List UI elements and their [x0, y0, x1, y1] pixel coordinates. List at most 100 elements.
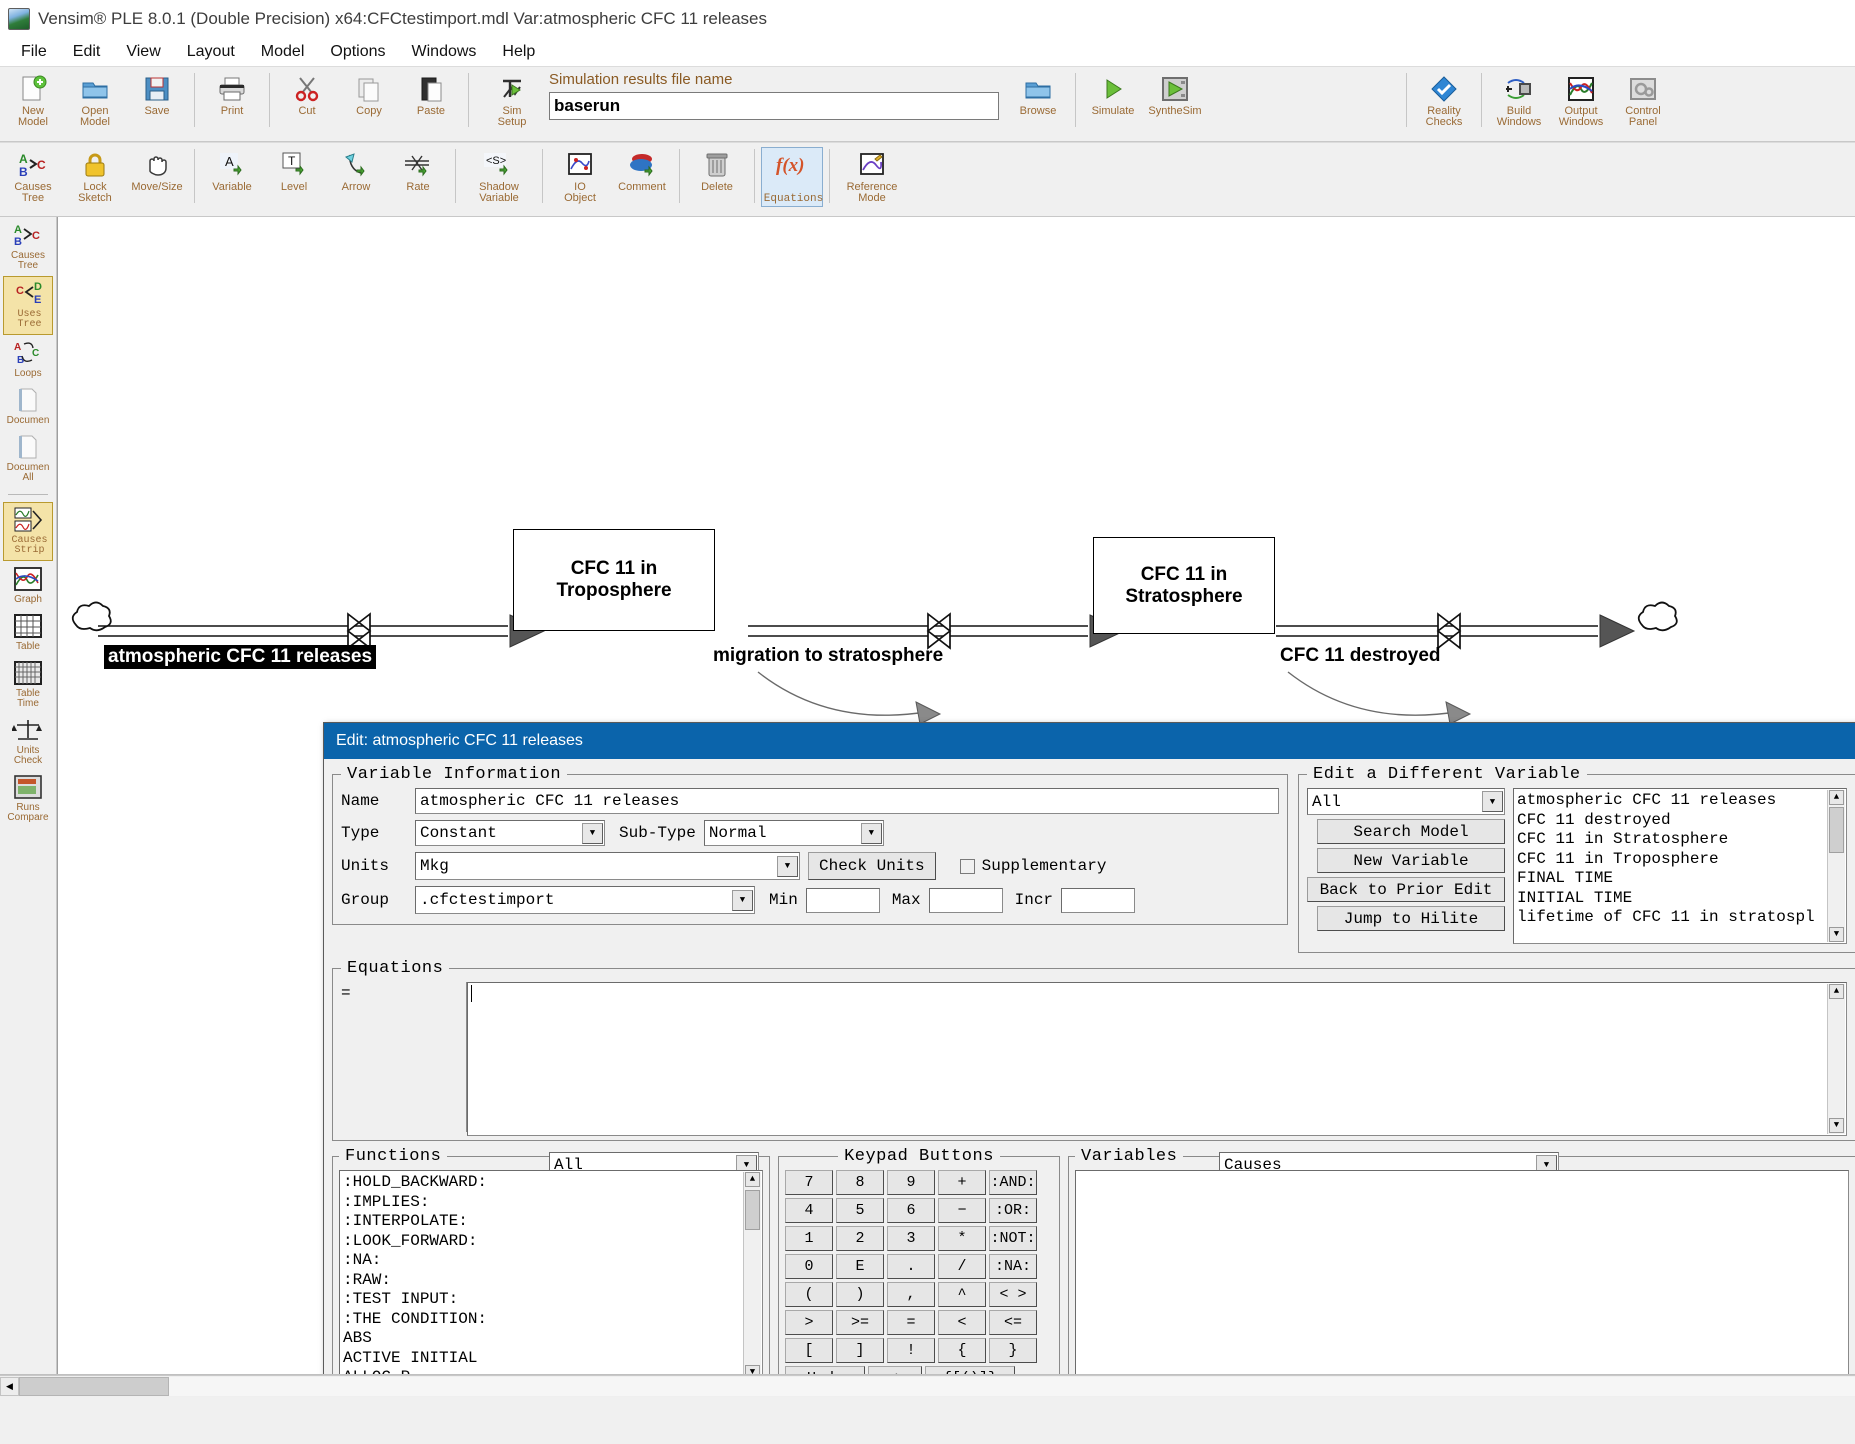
scroll-up-icon[interactable]: ▲: [745, 1172, 760, 1187]
search-model-button[interactable]: Search Model: [1317, 819, 1505, 844]
keypad-key-lbracket[interactable]: [: [785, 1338, 833, 1363]
stock-cfc-11-stratosphere[interactable]: CFC 11 in Stratosphere: [1093, 537, 1275, 634]
keypad-key-rbracket[interactable]: ]: [836, 1338, 884, 1363]
scroll-down-icon[interactable]: ▼: [745, 1365, 760, 1374]
keypad-key-caret[interactable]: ^: [938, 1282, 986, 1307]
output-windows-button[interactable]: Output Windows: [1550, 71, 1612, 134]
keypad-key-6[interactable]: 6: [887, 1198, 935, 1223]
back-to-prior-edit-button[interactable]: Back to Prior Edit: [1307, 877, 1505, 902]
list-item[interactable]: CFC 11 in Stratosphere: [1517, 830, 1826, 850]
menu-item-view[interactable]: View: [113, 41, 173, 63]
keypad-key-5[interactable]: 5: [836, 1198, 884, 1223]
menu-item-model[interactable]: Model: [248, 41, 318, 63]
variable-name-input[interactable]: [415, 788, 1279, 814]
subtype-dropdown[interactable]: Normal ▼: [703, 820, 884, 846]
keypad-key-8[interactable]: 8: [836, 1170, 884, 1195]
keypad-key-4[interactable]: 4: [785, 1198, 833, 1223]
menu-item-layout[interactable]: Layout: [174, 41, 248, 63]
list-item[interactable]: lifetime of CFC 11 in stratospl: [1517, 908, 1826, 928]
synthesim-button[interactable]: SyntheSim: [1144, 71, 1206, 134]
max-input[interactable]: [928, 887, 1003, 913]
equations-button[interactable]: f(x) Equations: [761, 147, 823, 207]
keypad-key-equal[interactable]: =: [887, 1310, 935, 1335]
list-item[interactable]: CFC 11 in Troposphere: [1517, 850, 1826, 870]
keypad-key-or[interactable]: :OR:: [989, 1198, 1037, 1223]
paste-button[interactable]: Paste: [400, 71, 462, 134]
keypad-key-period[interactable]: .: [887, 1254, 935, 1279]
variable-listbox[interactable]: atmospheric CFC 11 releases CFC 11 destr…: [1513, 788, 1847, 944]
keypad-key-divide[interactable]: /: [938, 1254, 986, 1279]
keypad-key-7[interactable]: 7: [785, 1170, 833, 1195]
stock-cfc-11-troposphere[interactable]: CFC 11 in Troposphere: [513, 529, 715, 631]
sidebar-item-graph[interactable]: Graph: [3, 563, 53, 608]
keypad-key-less-equal[interactable]: <=: [989, 1310, 1037, 1335]
list-item[interactable]: ACTIVE INITIAL: [343, 1349, 742, 1369]
jump-to-hilite-button[interactable]: Jump to Hilite: [1317, 906, 1505, 931]
list-item[interactable]: :TEST INPUT:: [343, 1290, 742, 1310]
menu-item-file[interactable]: File: [8, 41, 60, 63]
reality-checks-button[interactable]: Reality Checks: [1413, 71, 1475, 134]
cut-button[interactable]: Cut: [276, 71, 338, 134]
menu-item-edit[interactable]: Edit: [60, 41, 114, 63]
keypad-key-multiply[interactable]: *: [938, 1226, 986, 1251]
list-item[interactable]: :HOLD_BACKWARD:: [343, 1173, 742, 1193]
sidebar-item-table-time[interactable]: Table Time: [3, 657, 53, 712]
delete-button[interactable]: Delete: [686, 147, 748, 210]
comment-button[interactable]: Comment: [611, 147, 673, 210]
keypad-key-0[interactable]: 0: [785, 1254, 833, 1279]
open-model-button[interactable]: Open Model: [64, 71, 126, 134]
keypad-key-rbrace[interactable]: }: [989, 1338, 1037, 1363]
keypad-key-not[interactable]: :NOT:: [989, 1226, 1037, 1251]
move-size-button[interactable]: Move/Size: [126, 147, 188, 210]
list-item[interactable]: :RAW:: [343, 1271, 742, 1291]
io-object-button[interactable]: IO Object: [549, 147, 611, 210]
scroll-down-icon[interactable]: ▼: [1829, 1118, 1844, 1133]
keypad-key-exclaim[interactable]: !: [887, 1338, 935, 1363]
flow-label-atmospheric-releases[interactable]: atmospheric CFC 11 releases: [104, 645, 377, 669]
keypad-key-na[interactable]: :NA:: [989, 1254, 1037, 1279]
list-item[interactable]: CFC 11 destroyed: [1517, 811, 1826, 831]
list-item[interactable]: :IMPLIES:: [343, 1193, 742, 1213]
sidebar-item-uses-tree[interactable]: CDE Uses Tree: [3, 276, 53, 335]
scroll-up-icon[interactable]: ▲: [1829, 790, 1844, 805]
model-canvas[interactable]: CFC 11 in Troposphere CFC 11 in Stratosp…: [57, 217, 1855, 1374]
list-item[interactable]: atmospheric CFC 11 releases: [1517, 791, 1826, 811]
keypad-arrow-button[interactable]: ->: [868, 1366, 922, 1374]
canvas-horizontal-scrollbar[interactable]: ◀: [0, 1375, 1855, 1397]
sim-setup-button[interactable]: Sim Setup: [481, 71, 543, 134]
keypad-key-plus[interactable]: +: [938, 1170, 986, 1195]
keypad-brackets-button[interactable]: {[()]}: [925, 1366, 1015, 1374]
new-variable-button[interactable]: New Variable: [1317, 848, 1505, 873]
lock-sketch-button[interactable]: Lock Sketch: [64, 147, 126, 210]
scrollbar-thumb[interactable]: [745, 1190, 760, 1230]
equation-editor[interactable]: ▲ ▼: [467, 982, 1847, 1136]
type-dropdown[interactable]: Constant ▼: [415, 820, 605, 846]
list-item[interactable]: :INTERPOLATE:: [343, 1212, 742, 1232]
causes-tree-button[interactable]: ABC Causes Tree: [2, 147, 64, 210]
list-item[interactable]: FINAL TIME: [1517, 869, 1826, 889]
shadow-variable-button[interactable]: <S> Shadow Variable: [462, 147, 536, 210]
check-units-button[interactable]: Check Units: [808, 852, 936, 880]
keypad-key-9[interactable]: 9: [887, 1170, 935, 1195]
keypad-key-3[interactable]: 3: [887, 1226, 935, 1251]
sim-file-input[interactable]: [549, 92, 999, 120]
print-button[interactable]: Print: [201, 71, 263, 134]
copy-button[interactable]: Copy: [338, 71, 400, 134]
keypad-key-2[interactable]: 2: [836, 1226, 884, 1251]
scrollbar-thumb[interactable]: [1829, 807, 1844, 853]
scroll-left-icon[interactable]: ◀: [0, 1377, 19, 1396]
variable-tool-button[interactable]: A Variable: [201, 147, 263, 210]
sidebar-item-table[interactable]: Table: [3, 610, 53, 655]
keypad-key-1[interactable]: 1: [785, 1226, 833, 1251]
keypad-key-greater-equal[interactable]: >=: [836, 1310, 884, 1335]
control-panel-button[interactable]: Control Panel: [1612, 71, 1674, 134]
sidebar-item-causes-tree[interactable]: ABC Causes Tree: [3, 219, 53, 274]
supplementary-checkbox[interactable]: [959, 858, 975, 874]
flow-label-migration-to-stratosphere[interactable]: migration to stratosphere: [713, 645, 943, 667]
browse-button[interactable]: Browse: [1007, 71, 1069, 134]
min-input[interactable]: [805, 887, 880, 913]
list-item[interactable]: :NA:: [343, 1251, 742, 1271]
arrow-tool-button[interactable]: Arrow: [325, 147, 387, 210]
keypad-key-rparen[interactable]: ): [836, 1282, 884, 1307]
units-dropdown[interactable]: Mkg ▼: [415, 852, 800, 880]
